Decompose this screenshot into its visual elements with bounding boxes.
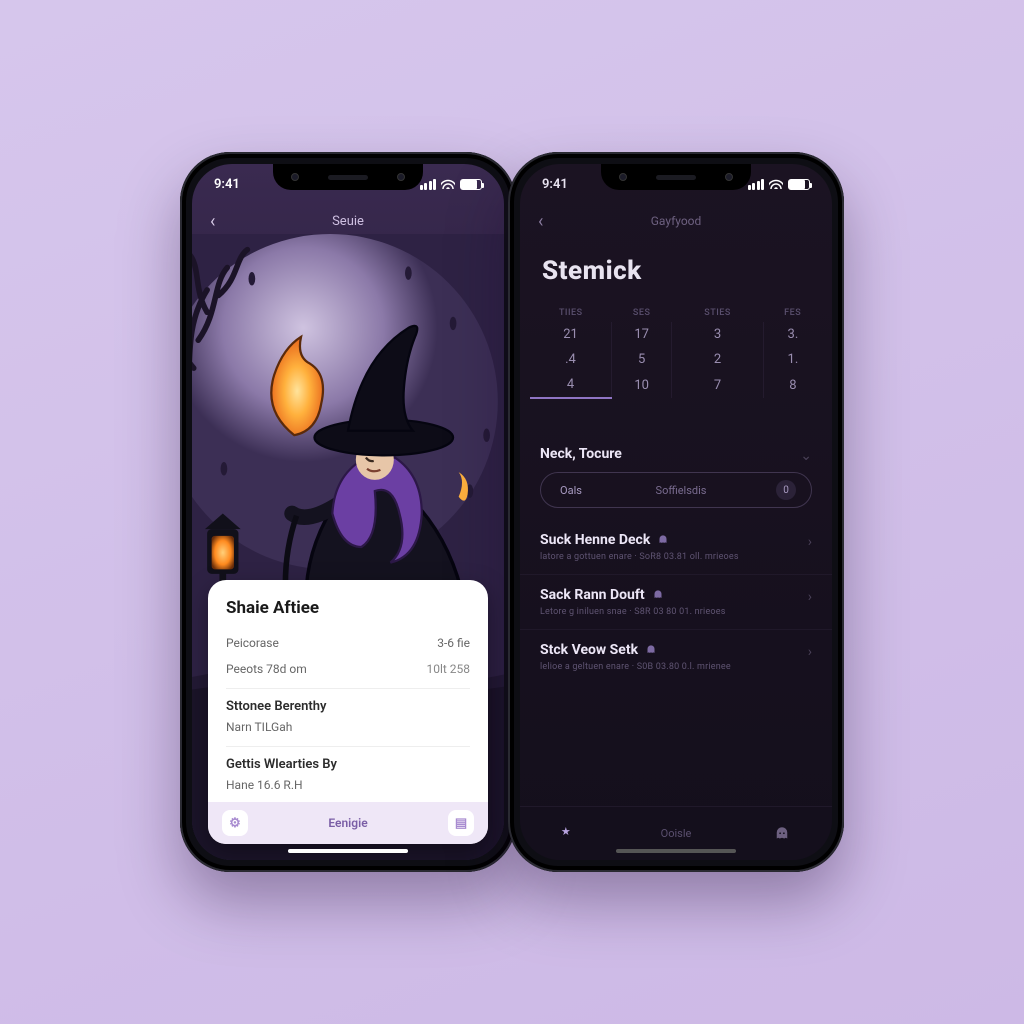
segment-option[interactable]: Oals — [541, 484, 601, 497]
item-subtitle: lelioe a geltuen enare · S0B 03.80 0.l. … — [540, 662, 812, 672]
detail-row: Peeots 78d om 10lt 258 — [226, 656, 470, 682]
calendar-cell[interactable]: 2 — [672, 347, 764, 372]
nav-bar-right: ‹ Gayfyood — [520, 206, 832, 236]
screen-right: 9:41 ‹ Gayfyood Stemick TIIESSESSTIESFES… — [520, 164, 832, 860]
back-button[interactable]: ‹ — [538, 211, 543, 232]
calendar-cell[interactable]: 1. — [763, 347, 822, 372]
phone-frame-left: 9:41 ‹ Seuie — [180, 152, 516, 872]
chevron-right-icon: › — [808, 644, 812, 660]
card-subheading[interactable]: Gettis Wlearties By — [226, 757, 470, 772]
list-item[interactable]: Suck Henne Deck latore a gottuen enare ·… — [520, 520, 832, 574]
signal-icon — [748, 179, 765, 190]
calendar-cell[interactable]: 3. — [763, 322, 822, 347]
card-footer: ⚙ Eenigie ▤ — [208, 802, 488, 844]
section-title: Neck, Tocure — [540, 446, 812, 462]
footer-left-icon[interactable]: ⚙ — [222, 810, 248, 836]
calendar-cell[interactable]: .4 — [530, 347, 612, 372]
calendar-cell[interactable]: 4 — [530, 372, 612, 398]
calendar-cell[interactable]: 8 — [763, 372, 822, 398]
row-value: 3-6 fie — [437, 636, 470, 650]
chevron-right-icon: › — [808, 589, 812, 605]
status-time: 9:41 — [214, 177, 240, 192]
wifi-icon — [769, 179, 783, 189]
calendar-cell[interactable]: 3 — [672, 322, 764, 347]
home-indicator[interactable] — [288, 849, 408, 853]
ghost-icon — [644, 643, 658, 657]
card-title: Shaie Aftiee — [226, 598, 470, 618]
chevron-down-icon: ⌄ — [800, 448, 812, 464]
footer-right-icon[interactable]: ▤ — [448, 810, 474, 836]
item-subtitle: latore a gottuen enare · SoR8 03.81 oll.… — [540, 552, 812, 562]
calendar-strip[interactable]: TIIESSESSTIESFES 211733. .4521. 41078 — [530, 304, 822, 399]
calendar-header[interactable]: SES — [612, 304, 672, 322]
calendar-cell[interactable]: 17 — [612, 322, 672, 347]
card-subheading[interactable]: Sttonee Berenthy — [226, 699, 470, 714]
segment-badge: 0 — [761, 480, 811, 500]
list-item[interactable]: Stck Veow Setk lelioe a geltuen enare · … — [520, 629, 832, 684]
item-title: Suck Henne Deck — [540, 532, 812, 548]
ghost-icon — [773, 825, 791, 843]
row-label: Peicorase — [226, 636, 279, 650]
tab-profile[interactable] — [773, 825, 791, 843]
phone-frame-right: 9:41 ‹ Gayfyood Stemick TIIESSESSTIESFES… — [508, 152, 844, 872]
screen-left: 9:41 ‹ Seuie — [192, 164, 504, 860]
signal-icon — [420, 179, 437, 190]
notch — [273, 164, 423, 190]
segmented-control[interactable]: Oals Soffielsdis 0 — [540, 472, 812, 508]
home-indicator[interactable] — [616, 849, 736, 853]
nav-title: Seuie — [332, 214, 364, 229]
segment-option[interactable]: Soffielsdis — [601, 484, 761, 497]
ghost-icon — [651, 588, 665, 602]
list-item[interactable]: Sack Rann Douft Letore g iniluen snae · … — [520, 574, 832, 629]
back-button[interactable]: ‹ — [210, 211, 215, 232]
item-title: Stck Veow Setk — [540, 642, 812, 658]
list-section[interactable]: Neck, Tocure ⌄ Oals Soffielsdis 0 — [520, 434, 832, 520]
detail-card: Shaie Aftiee Peicorase 3-6 fie Peeots 78… — [208, 580, 488, 844]
detail-row: Peicorase 3-6 fie — [226, 630, 470, 656]
row-label: Peeots 78d om — [226, 662, 307, 676]
ghost-icon — [656, 533, 670, 547]
calendar-header[interactable]: FES — [763, 304, 822, 322]
row-value: 10lt 258 — [426, 662, 470, 676]
chevron-right-icon: › — [808, 534, 812, 550]
page-title: Stemick — [542, 256, 642, 286]
calendar-cell[interactable]: 7 — [672, 372, 764, 398]
calendar-header[interactable]: TIIES — [530, 304, 612, 322]
calendar-header[interactable]: STIES — [672, 304, 764, 322]
battery-icon — [460, 179, 482, 190]
tab-center[interactable]: Ooisle — [661, 827, 692, 840]
nav-bar-left: ‹ Seuie — [192, 206, 504, 236]
status-time: 9:41 — [542, 177, 568, 192]
notch — [601, 164, 751, 190]
tab-favorites[interactable]: ★ — [561, 825, 579, 843]
nav-title: Gayfyood — [651, 214, 702, 228]
content-list: Neck, Tocure ⌄ Oals Soffielsdis 0 Suck H… — [520, 434, 832, 802]
item-subtitle: Letore g iniluen snae · S8R 03 80 01. nr… — [540, 607, 812, 617]
calendar-cell[interactable]: 5 — [612, 347, 672, 372]
item-title: Sack Rann Douft — [540, 587, 812, 603]
battery-icon — [788, 179, 810, 190]
calendar-cell[interactable]: 21 — [530, 322, 612, 347]
calendar-cell[interactable]: 10 — [612, 372, 672, 398]
footer-label[interactable]: Eenigie — [328, 816, 367, 830]
wifi-icon — [441, 179, 455, 189]
